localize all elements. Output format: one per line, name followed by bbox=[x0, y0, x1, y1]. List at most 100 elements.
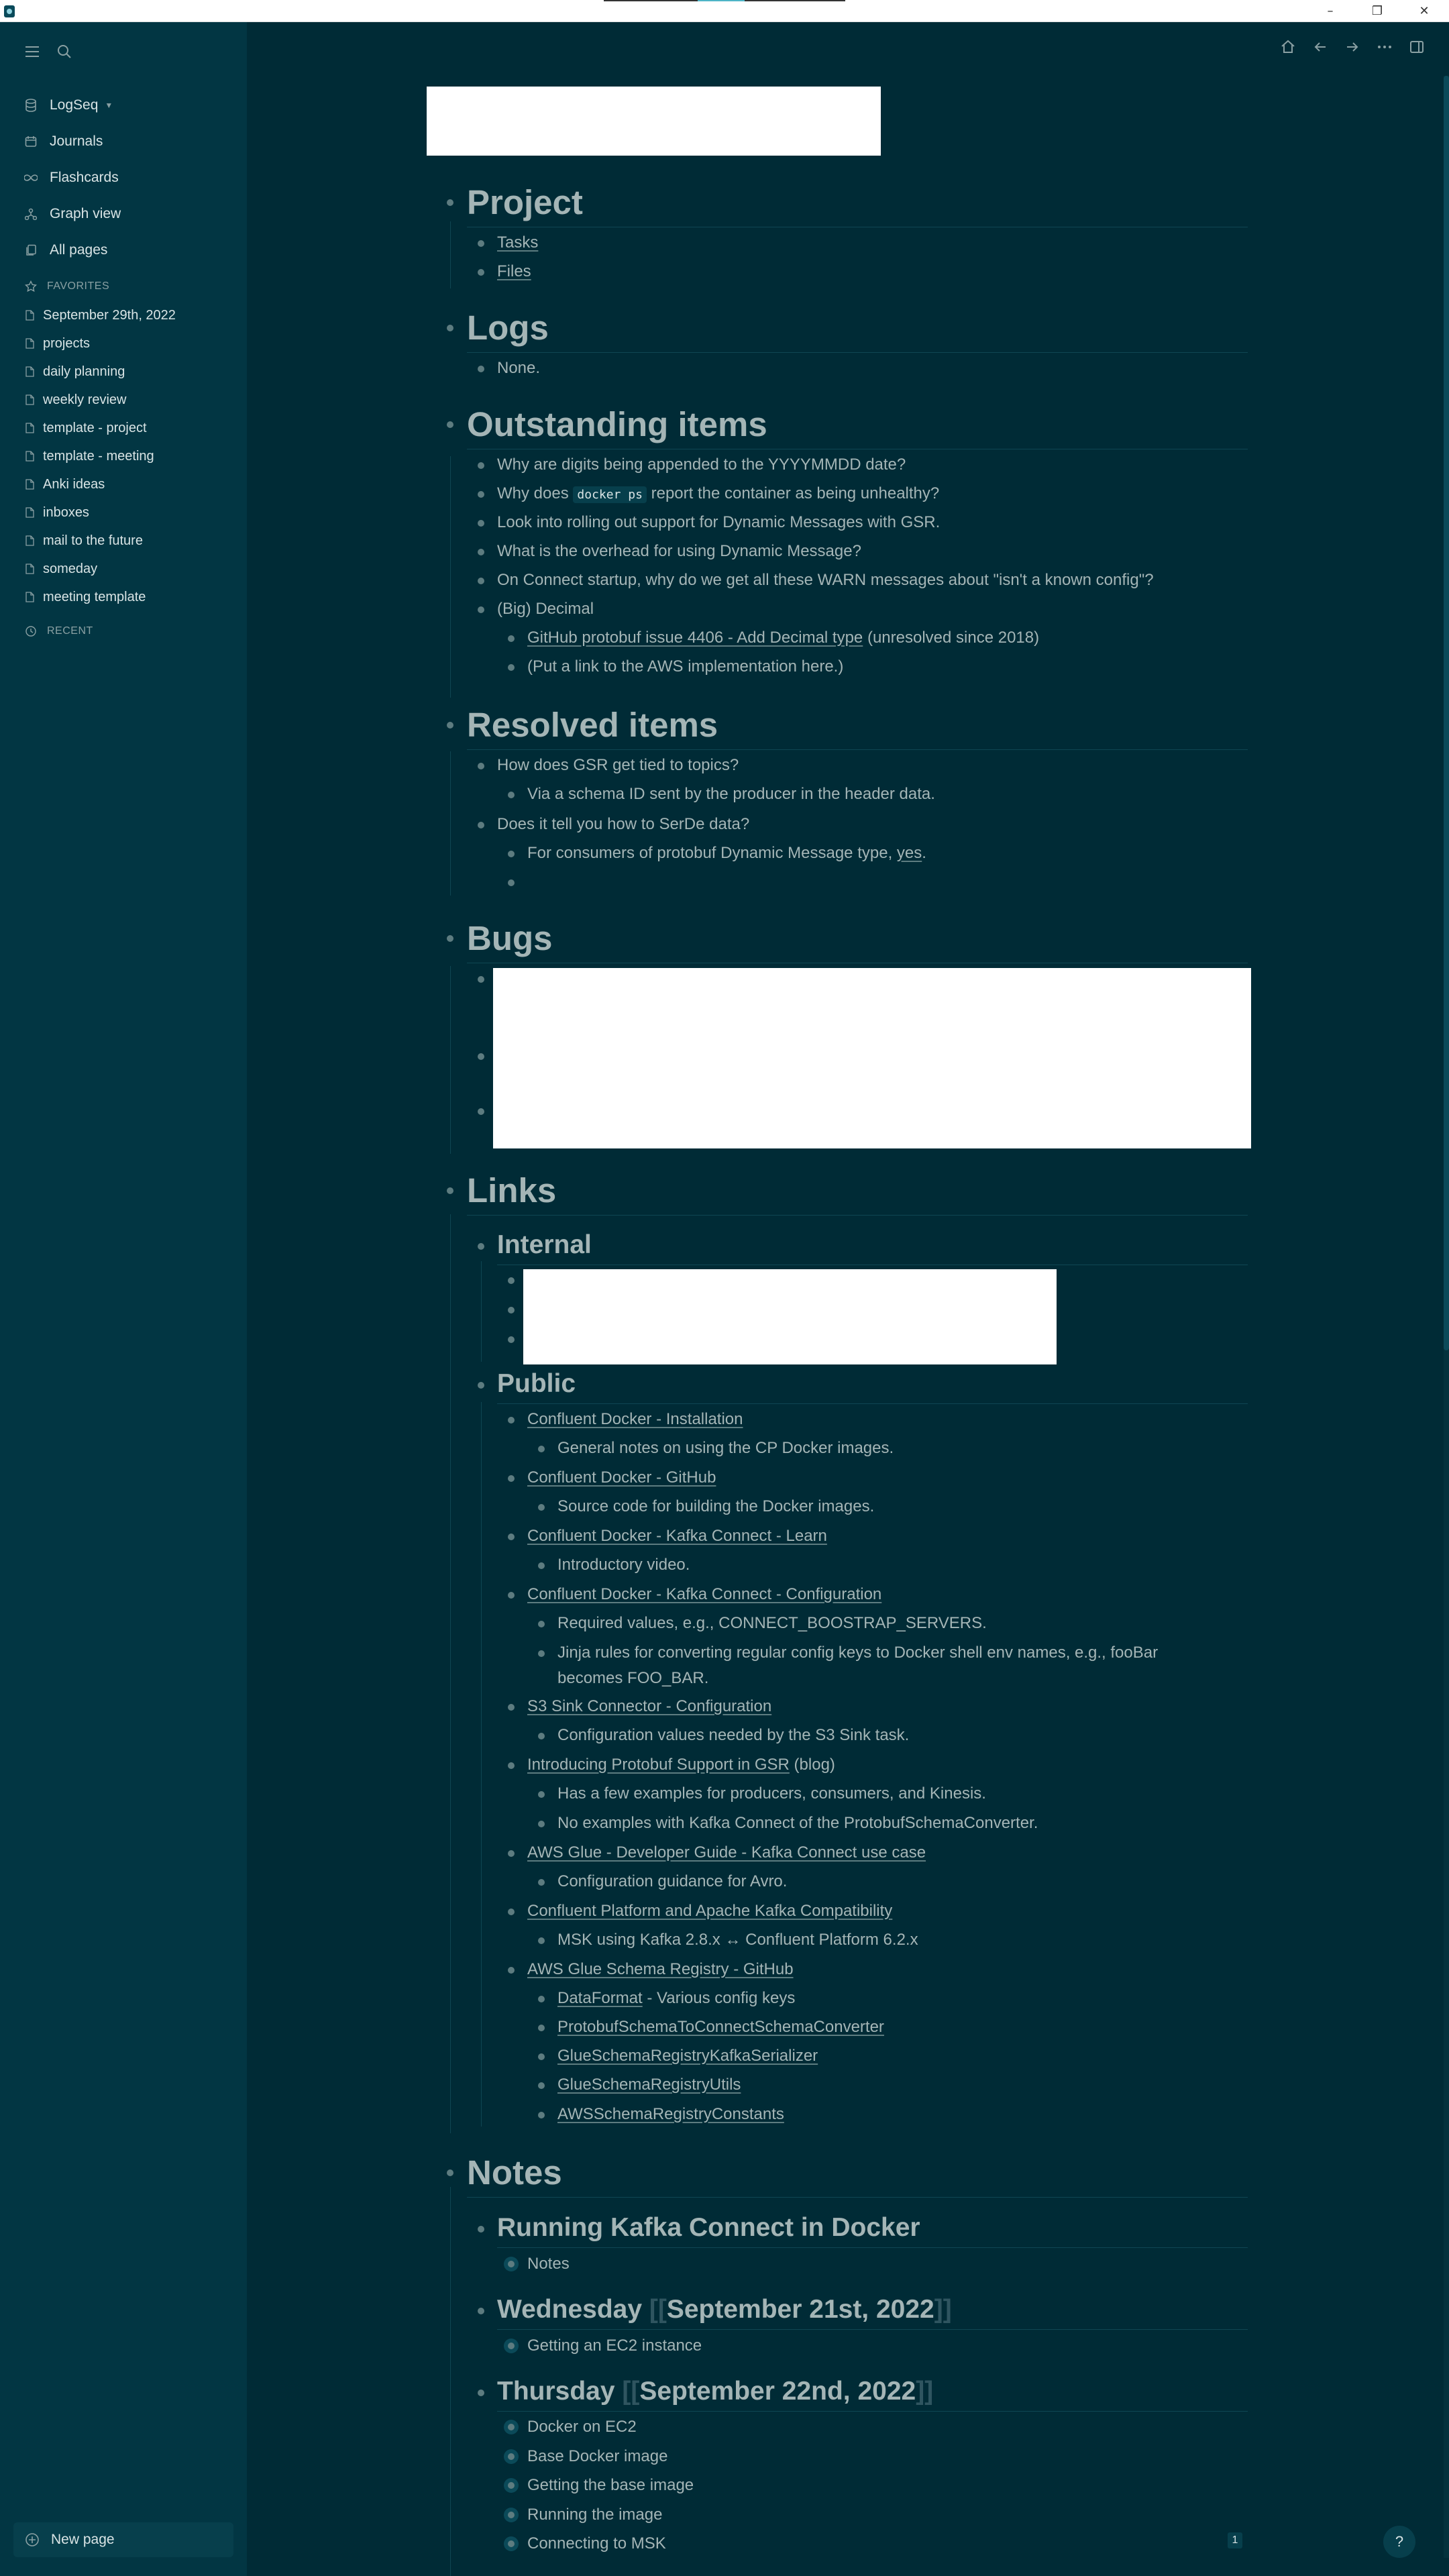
block-bullet[interactable] bbox=[478, 1382, 484, 1389]
block-text[interactable]: Jinja rules for converting regular confi… bbox=[557, 1644, 1158, 1662]
block-text[interactable]: Configuration guidance for Avro. bbox=[557, 1872, 787, 1891]
block-line[interactable]: AWS Glue - Developer Guide - Kafka Conne… bbox=[527, 1843, 926, 1862]
external-link[interactable]: AWS Glue - Developer Guide - Kafka Conne… bbox=[527, 1843, 926, 1862]
block-line[interactable]: AWS Glue Schema Registry - GitHub bbox=[527, 1960, 794, 1979]
graph-selector[interactable]: LogSeq ▼ bbox=[24, 91, 113, 120]
empty-block-bullet[interactable] bbox=[508, 879, 515, 886]
block-text[interactable]: Notes bbox=[527, 2255, 570, 2273]
block-bullet[interactable] bbox=[538, 2082, 545, 2089]
block-text[interactable]: Look into rolling out support for Dynami… bbox=[497, 513, 940, 532]
block-bullet[interactable] bbox=[508, 1909, 515, 1915]
block-line[interactable]: Confluent Platform and Apache Kafka Comp… bbox=[527, 1902, 892, 1921]
collapsed-block-bullet[interactable] bbox=[504, 2449, 519, 2464]
close-icon[interactable]: ✕ bbox=[1409, 0, 1440, 22]
block-text[interactable]: Required values, e.g., CONNECT_BOOSTRAP_… bbox=[557, 1614, 987, 1633]
block-line[interactable]: Confluent Docker - Installation bbox=[527, 1410, 743, 1429]
block-bullet[interactable] bbox=[508, 1475, 515, 1482]
heading-logs[interactable]: Logs bbox=[467, 308, 549, 347]
block-bullet[interactable] bbox=[508, 1704, 515, 1711]
minimize-icon[interactable]: – bbox=[1315, 0, 1346, 22]
block-line[interactable]: Confluent Docker - GitHub bbox=[527, 1468, 716, 1487]
block-bullet[interactable] bbox=[478, 976, 484, 983]
block-bullet[interactable] bbox=[478, 2226, 484, 2233]
favorite-item[interactable]: weekly review bbox=[24, 386, 239, 414]
heading-public[interactable]: Public bbox=[497, 1369, 576, 1399]
heading-running-kafka-connect[interactable]: Running Kafka Connect in Docker bbox=[497, 2213, 920, 2243]
search-icon[interactable] bbox=[50, 37, 79, 66]
block-line[interactable]: Tasks bbox=[497, 233, 538, 252]
block-bullet[interactable] bbox=[508, 851, 515, 857]
external-link[interactable]: S3 Sink Connector - Configuration bbox=[527, 1697, 771, 1715]
block-bullet[interactable] bbox=[508, 1762, 515, 1769]
collapsed-block-bullet[interactable] bbox=[504, 2339, 519, 2353]
block-line[interactable]: Why does docker ps report the container … bbox=[497, 484, 939, 503]
external-link[interactable]: DataFormat bbox=[557, 1989, 643, 2007]
block-bullet[interactable] bbox=[508, 1967, 515, 1974]
heading-bugs[interactable]: Bugs bbox=[467, 918, 553, 958]
block-bullet[interactable] bbox=[508, 1534, 515, 1540]
favorite-item[interactable]: someday bbox=[24, 555, 239, 583]
block-text[interactable]: Docker on EC2 bbox=[527, 2418, 637, 2436]
block-text[interactable]: Running the image bbox=[527, 2506, 662, 2524]
block-text[interactable]: On Connect startup, why do we get all th… bbox=[497, 571, 1154, 590]
heading-wednesday[interactable]: Wednesday [[September 21st, 2022]] bbox=[497, 2295, 952, 2324]
block-bullet[interactable] bbox=[508, 792, 515, 798]
collapsed-block-bullet[interactable] bbox=[504, 2508, 519, 2522]
block-text[interactable]: Getting the base image bbox=[527, 2476, 694, 2495]
favorites-header[interactable]: FAVORITES bbox=[24, 274, 109, 299]
block-bullet[interactable] bbox=[478, 462, 484, 469]
block-bullet[interactable] bbox=[478, 366, 484, 372]
block-bullet[interactable] bbox=[538, 1733, 545, 1739]
block-line[interactable]: GlueSchemaRegistryKafkaSerializer bbox=[557, 2047, 818, 2065]
heading-links[interactable]: Links bbox=[467, 1171, 556, 1210]
heading-resolved-items[interactable]: Resolved items bbox=[467, 705, 718, 745]
block-text-continued[interactable]: becomes FOO_BAR. bbox=[557, 1669, 708, 1688]
external-link[interactable]: GlueSchemaRegistryUtils bbox=[557, 2076, 741, 2094]
external-link[interactable]: ProtobufSchemaToConnectSchemaConverter bbox=[557, 2018, 884, 2036]
block-bullet[interactable] bbox=[478, 491, 484, 498]
block-text[interactable]: Getting an EC2 instance bbox=[527, 2337, 702, 2355]
block-text[interactable]: Base Docker image bbox=[527, 2447, 667, 2466]
block-bullet[interactable] bbox=[447, 1187, 453, 1194]
block-bullet[interactable] bbox=[538, 1821, 545, 1827]
sidebar-item-all-pages[interactable]: All pages bbox=[24, 235, 107, 265]
block-bullet[interactable] bbox=[478, 606, 484, 613]
block-bullet[interactable] bbox=[508, 664, 515, 671]
block-bullet[interactable] bbox=[447, 2169, 453, 2176]
block-bullet[interactable] bbox=[538, 1791, 545, 1798]
favorite-item[interactable]: projects bbox=[24, 329, 239, 358]
sidebar-item-journals[interactable]: Journals bbox=[24, 127, 103, 156]
block-line[interactable]: Confluent Docker - Kafka Connect - Learn bbox=[527, 1527, 827, 1546]
new-page-button[interactable]: New page bbox=[13, 2522, 233, 2557]
menu-icon[interactable] bbox=[17, 37, 47, 66]
heading-internal[interactable]: Internal bbox=[497, 1230, 592, 1260]
favorite-item[interactable]: mail to the future bbox=[24, 527, 239, 555]
block-bullet[interactable] bbox=[478, 2308, 484, 2314]
block-text[interactable]: Connecting to MSK bbox=[527, 2534, 666, 2553]
external-link[interactable]: AWSSchemaRegistryConstants bbox=[557, 2105, 784, 2123]
heading-thursday[interactable]: Thursday [[September 22nd, 2022]] bbox=[497, 2377, 933, 2406]
external-link[interactable]: GlueSchemaRegistryKafkaSerializer bbox=[557, 2047, 818, 2065]
block-text[interactable]: Source code for building the Docker imag… bbox=[557, 1497, 874, 1516]
block-bullet[interactable] bbox=[478, 1053, 484, 1060]
external-link[interactable]: Confluent Docker - Kafka Connect - Confi… bbox=[527, 1585, 881, 1603]
block-bullet[interactable] bbox=[447, 722, 453, 729]
external-link[interactable]: Introducing Protobuf Support in GSR bbox=[527, 1756, 790, 1774]
block-text[interactable]: No examples with Kafka Connect of the Pr… bbox=[557, 1814, 1038, 1833]
block-line[interactable]: AWSSchemaRegistryConstants bbox=[557, 2105, 784, 2124]
block-line[interactable]: S3 Sink Connector - Configuration bbox=[527, 1697, 771, 1716]
block-line[interactable]: For consumers of protobuf Dynamic Messag… bbox=[527, 844, 926, 863]
block-bullet[interactable] bbox=[508, 1850, 515, 1857]
block-bullet[interactable] bbox=[508, 1307, 515, 1313]
page-link[interactable]: Files bbox=[497, 262, 531, 280]
block-text[interactable]: Introductory video. bbox=[557, 1556, 690, 1574]
page-count-badge[interactable]: 1 bbox=[1228, 2532, 1242, 2548]
block-bullet[interactable] bbox=[508, 1417, 515, 1424]
block-line[interactable]: Introducing Protobuf Support in GSR (blo… bbox=[527, 1756, 835, 1774]
collapsed-block-bullet[interactable] bbox=[504, 2257, 519, 2271]
block-bullet[interactable] bbox=[447, 935, 453, 942]
block-bullet[interactable] bbox=[478, 269, 484, 276]
block-bullet[interactable] bbox=[478, 1108, 484, 1115]
favorite-item[interactable]: September 29th, 2022 bbox=[24, 301, 239, 329]
block-bullet[interactable] bbox=[538, 2053, 545, 2060]
